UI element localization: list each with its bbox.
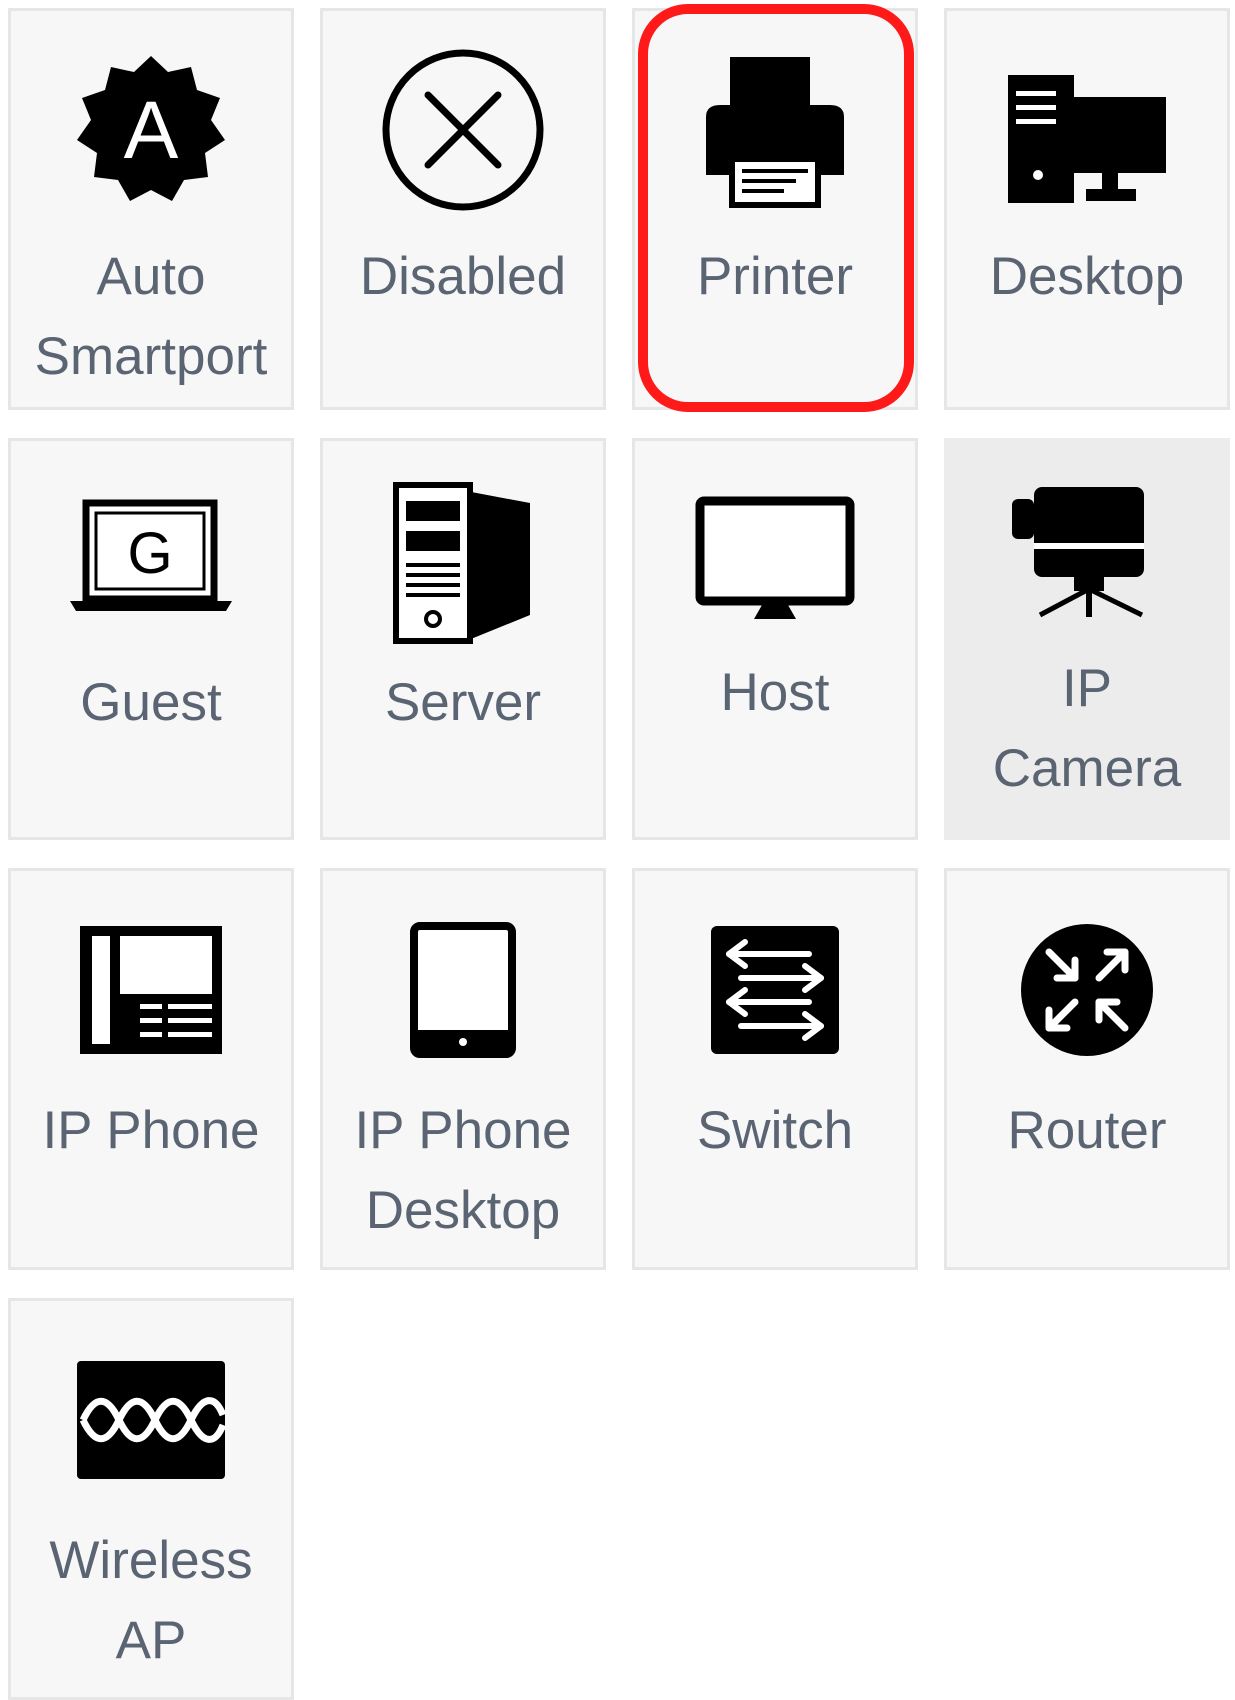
tile-label: Disabled (359, 247, 567, 306)
tile-label: Auto Smartport (34, 247, 268, 386)
switch-arrows-icon (690, 905, 860, 1075)
tile-ip-phone[interactable]: IP Phone (8, 868, 294, 1270)
tile-label: Switch (696, 1101, 854, 1160)
tile-desktop[interactable]: Desktop (944, 8, 1230, 410)
tile-label: Desktop (989, 247, 1185, 306)
smartport-type-grid: A Auto Smartport Disabled Printer Deskto… (0, 0, 1235, 1700)
video-camera-tripod-icon (1002, 475, 1172, 645)
tile-label: Host (720, 663, 830, 722)
tile-label: Guest (80, 673, 222, 732)
tile-host[interactable]: Host (632, 438, 918, 840)
tile-wireless-ap[interactable]: Wireless AP (8, 1298, 294, 1700)
tile-guest[interactable]: G Guest (8, 438, 294, 840)
tile-ip-phone-desktop[interactable]: IP Phone Desktop (320, 868, 606, 1270)
tile-disabled[interactable]: Disabled (320, 8, 606, 410)
svg-text:G: G (127, 521, 172, 586)
wireless-ap-icon (66, 1335, 236, 1505)
tile-server[interactable]: Server (320, 438, 606, 840)
tile-label: Server (384, 673, 542, 732)
circle-x-icon (378, 45, 548, 215)
monitor-icon (690, 475, 860, 645)
tablet-icon (378, 905, 548, 1075)
tile-label: Wireless AP (49, 1531, 253, 1670)
auto-smartport-badge-icon: A (66, 45, 236, 215)
tile-label: Router (1007, 1101, 1167, 1160)
ip-phone-icon (66, 905, 236, 1075)
tile-ip-camera[interactable]: IP Camera (944, 438, 1230, 840)
tile-label: Printer (696, 247, 854, 306)
printer-icon (690, 45, 860, 215)
tile-label: IP Camera (992, 659, 1182, 798)
tile-label: IP Phone (42, 1101, 260, 1160)
laptop-guest-icon: G (66, 475, 236, 645)
tile-auto-smartport[interactable]: A Auto Smartport (8, 8, 294, 410)
tile-label: IP Phone Desktop (354, 1101, 572, 1240)
router-arrows-icon (1002, 905, 1172, 1075)
tile-printer[interactable]: Printer (632, 8, 918, 410)
server-tower-icon (378, 475, 548, 645)
svg-text:A: A (124, 85, 179, 176)
tile-switch[interactable]: Switch (632, 868, 918, 1270)
desktop-computer-icon (1002, 45, 1172, 215)
tile-router[interactable]: Router (944, 868, 1230, 1270)
